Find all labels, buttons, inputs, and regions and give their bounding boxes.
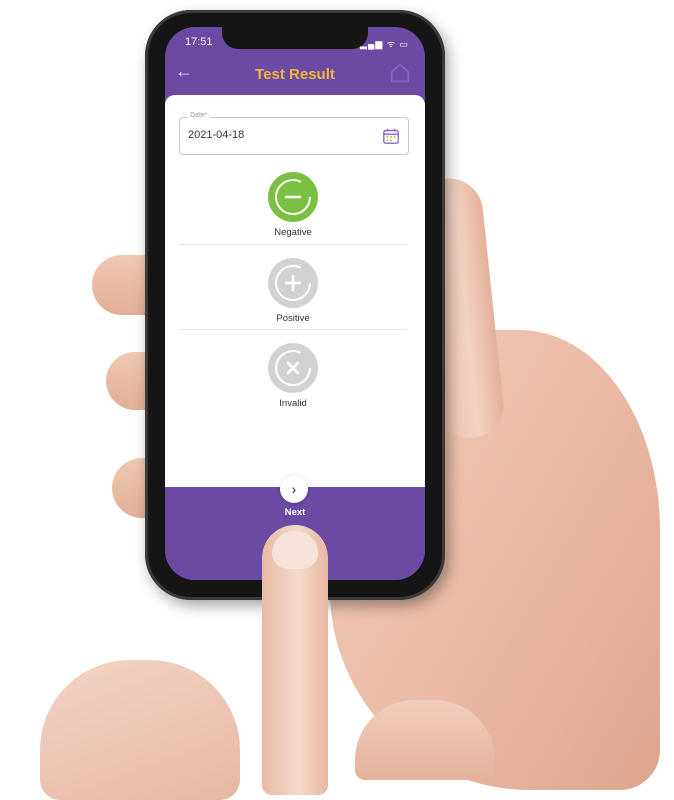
divider <box>179 329 407 330</box>
option-label: Negative <box>274 227 312 238</box>
next-button[interactable]: › <box>280 475 308 503</box>
next-label[interactable]: Next <box>165 507 425 518</box>
x-circle-icon <box>267 342 319 394</box>
option-label: Invalid <box>279 398 307 409</box>
page-title: Test Result <box>255 65 335 83</box>
fingernail <box>272 531 318 569</box>
date-value: 2021-04-18 <box>188 129 245 141</box>
option-negative[interactable]: Negative <box>179 171 407 251</box>
phone-screen: 17:51 ▂▄▆ ᯤ ▭ ← Test Result Date* 2021-0… <box>165 27 425 580</box>
app-header: ← Test Result <box>165 57 425 91</box>
option-label: Positive <box>276 313 310 324</box>
pointing-hand <box>40 660 240 800</box>
divider <box>179 244 407 245</box>
option-positive[interactable]: Positive <box>179 257 407 337</box>
status-time: 17:51 <box>185 36 213 48</box>
chevron-right-icon: › <box>291 481 297 497</box>
result-card: Date* 2021-04-18 Negative Positive Inval… <box>165 95 425 487</box>
notch <box>222 27 368 49</box>
plus-circle-icon <box>267 257 319 309</box>
date-label: Date* <box>188 112 210 119</box>
option-invalid[interactable]: Invalid <box>179 342 407 422</box>
pointing-finger <box>262 525 328 795</box>
calendar-icon[interactable] <box>382 127 400 145</box>
status-icons: ▂▄▆ ᯤ ▭ <box>360 39 409 49</box>
date-field[interactable]: Date* 2021-04-18 <box>179 112 409 155</box>
minus-circle-icon <box>267 171 319 223</box>
arrow-left-icon[interactable]: ← <box>175 61 193 82</box>
home-icon[interactable] <box>389 62 411 84</box>
